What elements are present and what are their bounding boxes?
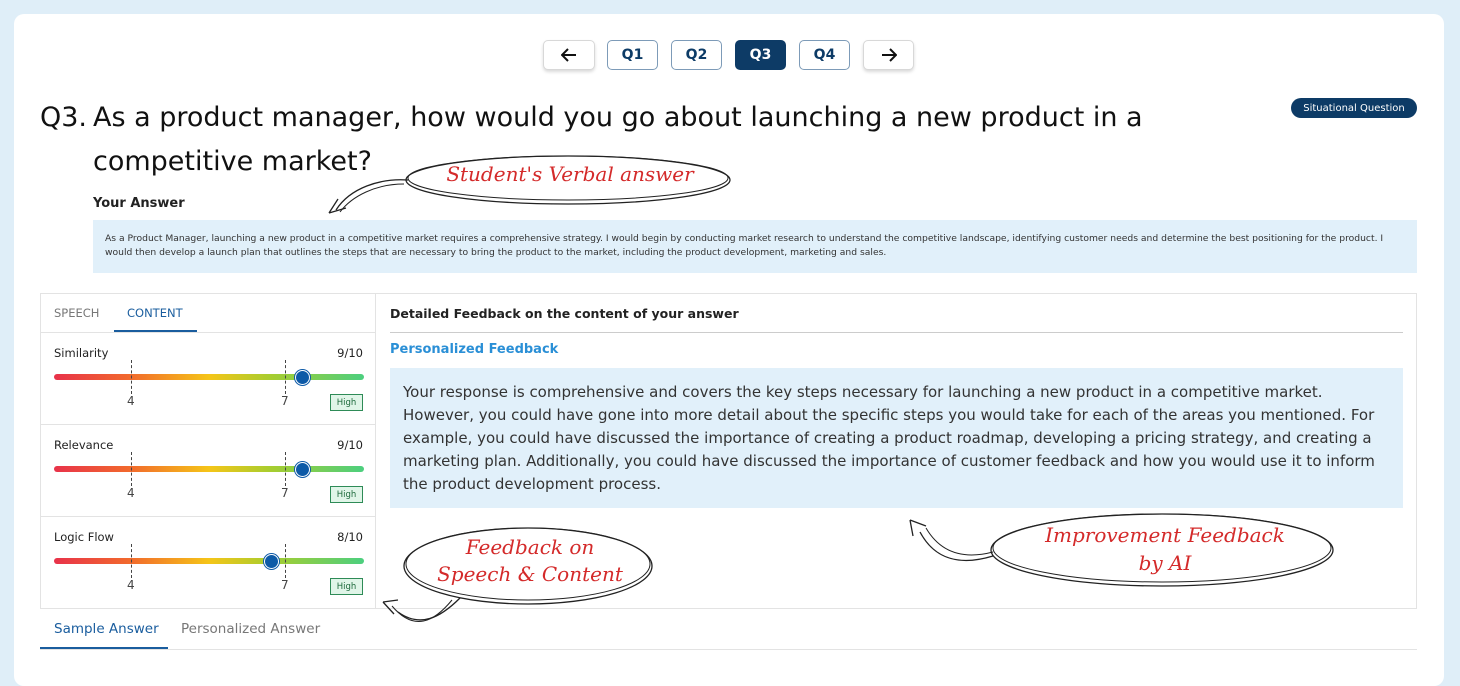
score-bar — [54, 466, 364, 472]
arrow-left-icon — [561, 48, 576, 62]
metric-relevance: Relevance 9/10 4 7 High — [41, 424, 375, 517]
tick-label: 4 — [127, 578, 135, 592]
tab-content[interactable]: CONTENT — [127, 306, 183, 320]
tab-sample-answer[interactable]: Sample Answer — [54, 621, 159, 637]
metric-score: 8/10 — [337, 530, 363, 544]
threshold-tick — [131, 544, 132, 578]
tab-personalized-answer[interactable]: Personalized Answer — [181, 621, 320, 637]
metric-name: Relevance — [54, 438, 114, 452]
score-bar — [54, 558, 364, 564]
score-knob — [264, 554, 279, 569]
score-knob — [295, 462, 310, 477]
question-tab-q2[interactable]: Q2 — [671, 40, 722, 70]
next-button[interactable] — [863, 40, 914, 70]
question-number: Q3. — [40, 102, 88, 133]
tick-label: 7 — [281, 486, 289, 500]
question-text: As a product manager, how would you go a… — [93, 102, 1143, 177]
threshold-tick — [131, 452, 132, 486]
score-tabs: SPEECH CONTENT — [41, 294, 375, 333]
tick-label: 7 — [281, 578, 289, 592]
threshold-tick — [131, 360, 132, 394]
tab-speech[interactable]: SPEECH — [54, 306, 99, 320]
your-answer-label: Your Answer — [93, 196, 185, 211]
metric-score: 9/10 — [337, 438, 363, 452]
tick-label: 7 — [281, 394, 289, 408]
question-tab-q1[interactable]: Q1 — [607, 40, 658, 70]
tick-label: 4 — [127, 394, 135, 408]
metric-name: Similarity — [54, 346, 109, 360]
prev-button[interactable] — [543, 40, 595, 70]
answer-text: As a Product Manager, launching a new pr… — [93, 220, 1417, 273]
score-bar — [54, 374, 364, 380]
metric-score: 9/10 — [337, 346, 363, 360]
answer-tabs: Sample Answer Personalized Answer — [40, 609, 1417, 650]
question-navigation: Q1 Q2 Q3 Q4 — [0, 40, 1460, 74]
level-tag: High — [330, 394, 363, 411]
metric-logic-flow: Logic Flow 8/10 4 7 High — [41, 516, 375, 608]
level-tag: High — [330, 578, 363, 595]
metric-name: Logic Flow — [54, 530, 114, 544]
threshold-tick — [285, 544, 286, 578]
level-tag: High — [330, 486, 363, 503]
active-tab-indicator — [40, 647, 168, 649]
tick-label: 4 — [127, 486, 135, 500]
score-knob — [295, 370, 310, 385]
score-panel: SPEECH CONTENT Similarity 9/10 4 7 High … — [40, 293, 376, 609]
threshold-tick — [285, 360, 286, 394]
personalized-feedback-heading: Personalized Feedback — [390, 342, 559, 357]
question-tab-q4[interactable]: Q4 — [799, 40, 850, 70]
threshold-tick — [285, 452, 286, 486]
personalized-feedback-text: Your response is comprehensive and cover… — [390, 368, 1403, 508]
question-tab-q3[interactable]: Q3 — [735, 40, 786, 70]
feedback-panel: Detailed Feedback on the content of your… — [376, 293, 1417, 609]
feedback-title: Detailed Feedback on the content of your… — [390, 306, 739, 321]
question-type-badge: Situational Question — [1291, 98, 1417, 118]
arrow-right-icon — [881, 48, 897, 62]
metric-similarity: Similarity 9/10 4 7 High — [41, 332, 375, 425]
divider — [390, 332, 1403, 333]
